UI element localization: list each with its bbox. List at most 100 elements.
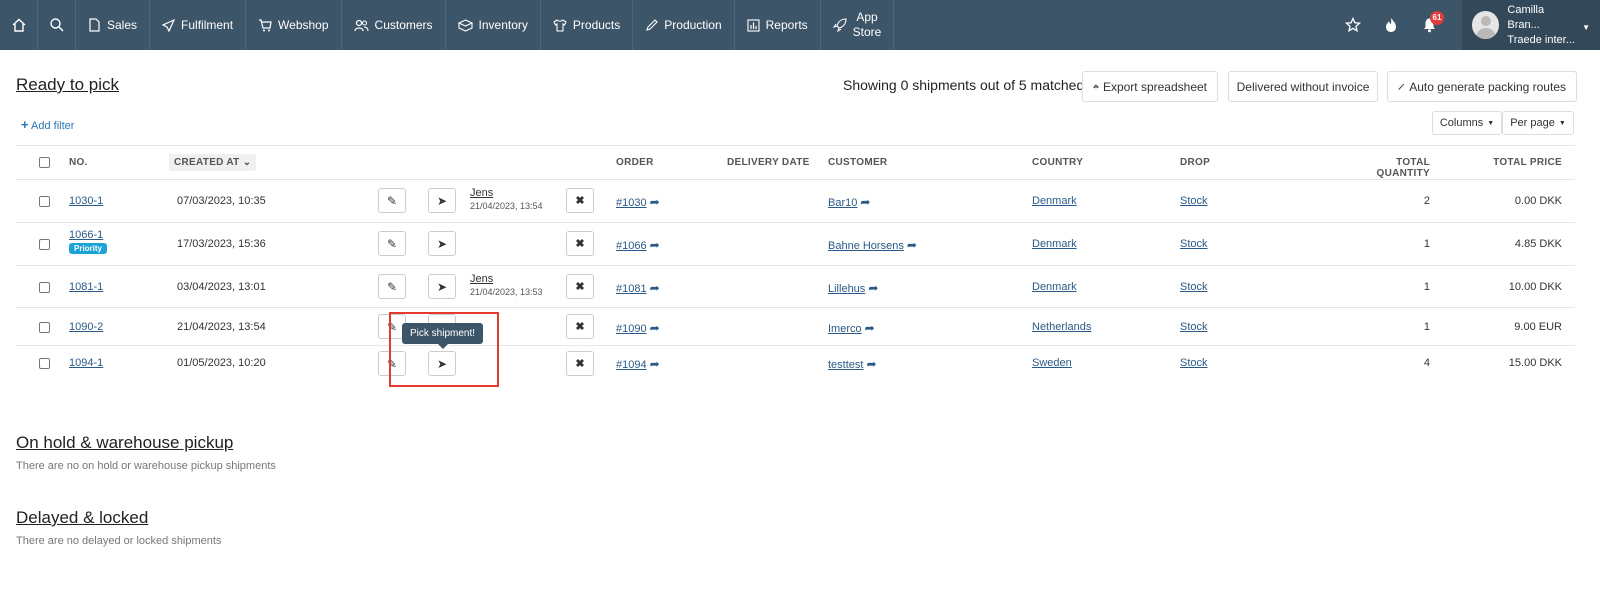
table-row: 1090-2 21/04/2023, 13:54 ✎ ➤ ✖ #1090➦ Im… bbox=[16, 308, 1575, 346]
country-link[interactable]: Sweden bbox=[1032, 357, 1072, 369]
remove-button[interactable]: ✖ bbox=[566, 188, 594, 213]
shipment-number-link[interactable]: 1094-1 bbox=[69, 357, 103, 369]
header-customer[interactable]: CUSTOMER bbox=[828, 157, 887, 168]
share-arrow-icon[interactable]: ➦ bbox=[866, 357, 876, 371]
row-checkbox[interactable] bbox=[39, 239, 50, 250]
share-arrow-icon[interactable]: ➦ bbox=[650, 238, 660, 252]
pencil-icon bbox=[646, 18, 659, 31]
nav-reports[interactable]: Reports bbox=[735, 0, 821, 50]
row-checkbox[interactable] bbox=[39, 358, 50, 369]
nav-production[interactable]: Production bbox=[633, 0, 735, 50]
per-page-dropdown[interactable]: Per page ▼ bbox=[1502, 111, 1574, 135]
customer-link[interactable]: testtest bbox=[828, 359, 863, 371]
delivered-without-invoice-button[interactable]: Delivered without invoice bbox=[1228, 71, 1378, 102]
customer-link[interactable]: Bar10 bbox=[828, 197, 857, 209]
showing-count: Showing 0 shipments out of 5 matched bbox=[843, 77, 1085, 93]
header-no[interactable]: NO. bbox=[69, 157, 88, 168]
nav-app-store[interactable]: App Store bbox=[821, 0, 895, 50]
drop-link[interactable]: Stock bbox=[1180, 321, 1208, 333]
notifications-button[interactable]: 61 bbox=[1410, 0, 1448, 50]
favorites-button[interactable] bbox=[1334, 0, 1372, 50]
header-order[interactable]: ORDER bbox=[616, 157, 654, 168]
share-arrow-icon[interactable]: ➦ bbox=[865, 321, 875, 335]
remove-button[interactable]: ✖ bbox=[566, 274, 594, 299]
header-country[interactable]: COUNTRY bbox=[1032, 157, 1083, 168]
pick-shipment-button[interactable]: ➤ bbox=[428, 231, 456, 256]
shipment-number-link[interactable]: 1081-1 bbox=[69, 281, 103, 293]
drop-link[interactable]: Stock bbox=[1180, 195, 1208, 207]
columns-dropdown[interactable]: Columns ▼ bbox=[1432, 111, 1502, 135]
drop-link[interactable]: Stock bbox=[1180, 238, 1208, 250]
remove-button[interactable]: ✖ bbox=[566, 351, 594, 376]
order-link[interactable]: #1030 bbox=[616, 197, 647, 209]
header-delivery-date[interactable]: DELIVERY DATE bbox=[727, 157, 810, 168]
country-link[interactable]: Denmark bbox=[1032, 281, 1077, 293]
nav-customers[interactable]: Customers bbox=[342, 0, 446, 50]
header-created-at[interactable]: CREATED AT ⌄ bbox=[169, 154, 257, 171]
nav-products[interactable]: Products bbox=[541, 0, 634, 50]
picker-name-link[interactable]: Jens bbox=[470, 273, 543, 285]
share-arrow-icon[interactable]: ➦ bbox=[650, 321, 660, 335]
on-hold-title[interactable]: On hold & warehouse pickup bbox=[16, 433, 233, 453]
edit-button[interactable]: ✎ bbox=[378, 274, 406, 299]
nav-fulfilment[interactable]: Fulfilment bbox=[150, 0, 247, 50]
close-icon: ✖ bbox=[575, 281, 585, 293]
delayed-title[interactable]: Delayed & locked bbox=[16, 508, 148, 528]
order-link[interactable]: #1090 bbox=[616, 323, 647, 335]
edit-button[interactable]: ✎ bbox=[378, 231, 406, 256]
header-total-quantity[interactable]: TOTAL QUANTITY bbox=[1346, 157, 1430, 179]
picker-date: 21/04/2023, 13:54 bbox=[470, 201, 543, 211]
order-link[interactable]: #1066 bbox=[616, 240, 647, 252]
drop-link[interactable]: Stock bbox=[1180, 357, 1208, 369]
remove-button[interactable]: ✖ bbox=[566, 231, 594, 256]
row-checkbox[interactable] bbox=[39, 282, 50, 293]
export-spreadsheet-button[interactable]: Export spreadsheet bbox=[1082, 71, 1218, 102]
order-link[interactable]: #1081 bbox=[616, 283, 647, 295]
drop-link[interactable]: Stock bbox=[1180, 281, 1208, 293]
pick-shipment-button[interactable]: ➤ bbox=[428, 188, 456, 213]
customer-link[interactable]: Bahne Horsens bbox=[828, 240, 904, 252]
shipment-number-link[interactable]: 1030-1 bbox=[69, 195, 103, 207]
select-all-checkbox[interactable] bbox=[39, 157, 50, 168]
header-total-price[interactable]: TOTAL PRICE bbox=[1486, 157, 1562, 168]
nav-webshop[interactable]: Webshop bbox=[246, 0, 342, 50]
pick-shipment-button[interactable]: ➤ bbox=[428, 274, 456, 299]
header-drop[interactable]: DROP bbox=[1180, 157, 1210, 168]
remove-button[interactable]: ✖ bbox=[566, 314, 594, 339]
share-arrow-icon[interactable]: ➦ bbox=[868, 281, 878, 295]
activity-button[interactable] bbox=[1372, 0, 1410, 50]
search-icon bbox=[49, 18, 64, 32]
search-button[interactable] bbox=[38, 0, 76, 50]
pencil-icon: ✎ bbox=[386, 236, 398, 251]
nav-inventory[interactable]: Inventory bbox=[446, 0, 541, 50]
order-link[interactable]: #1094 bbox=[616, 359, 647, 371]
share-arrow-icon[interactable]: ➦ bbox=[860, 195, 870, 209]
picker-name-link[interactable]: Jens bbox=[470, 187, 543, 199]
row-checkbox[interactable] bbox=[39, 196, 50, 207]
share-arrow-icon[interactable]: ➦ bbox=[650, 281, 660, 295]
country-link[interactable]: Netherlands bbox=[1032, 321, 1091, 333]
shipment-number-link[interactable]: 1066-1 bbox=[69, 229, 107, 241]
share-arrow-icon[interactable]: ➦ bbox=[907, 238, 917, 252]
country-link[interactable]: Denmark bbox=[1032, 195, 1077, 207]
auto-generate-packing-routes-button[interactable]: Auto generate packing routes bbox=[1387, 71, 1577, 102]
country-link[interactable]: Denmark bbox=[1032, 238, 1077, 250]
row-checkbox[interactable] bbox=[39, 322, 50, 333]
share-arrow-icon[interactable]: ➦ bbox=[650, 357, 660, 371]
customer-cell: testtest ➦ bbox=[828, 357, 877, 371]
user-menu[interactable]: Camilla Bran... Traede inter... ▼ bbox=[1462, 0, 1600, 50]
customer-link[interactable]: Lillehus bbox=[828, 283, 865, 295]
ready-to-pick-title[interactable]: Ready to pick bbox=[16, 75, 119, 95]
auto-generate-packing-routes-label: Auto generate packing routes bbox=[1409, 79, 1566, 94]
nav-reports-label: Reports bbox=[765, 18, 808, 32]
shirt-icon bbox=[553, 18, 567, 32]
share-arrow-icon[interactable]: ➦ bbox=[650, 195, 660, 209]
shipment-number-cell: 1066-1 Priority bbox=[69, 229, 108, 254]
edit-button[interactable]: ✎ bbox=[378, 188, 406, 213]
shipment-number-link[interactable]: 1090-2 bbox=[69, 321, 103, 333]
customer-cell: Imerco ➦ bbox=[828, 321, 875, 335]
add-filter-link[interactable]: + Add filter bbox=[21, 117, 74, 132]
customer-link[interactable]: Imerco bbox=[828, 323, 862, 335]
nav-sales[interactable]: Sales bbox=[76, 0, 151, 50]
home-button[interactable] bbox=[0, 0, 38, 50]
